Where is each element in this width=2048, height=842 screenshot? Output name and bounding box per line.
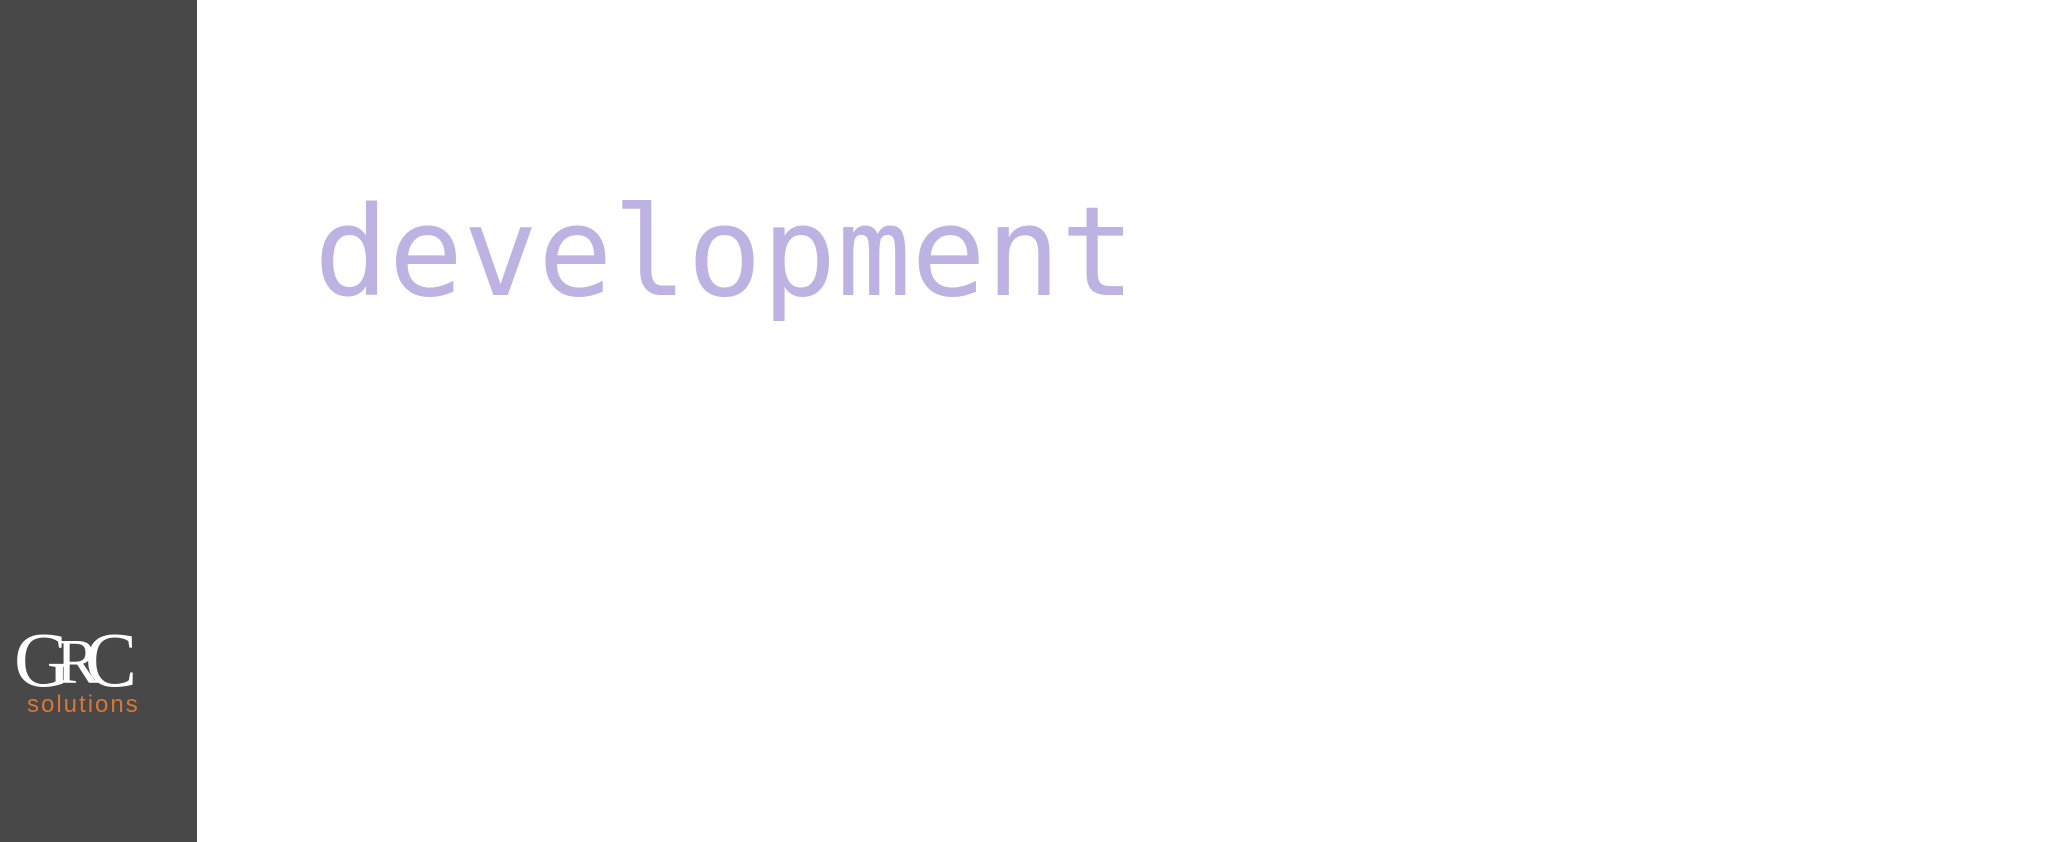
- sidebar: GRC solutions: [0, 0, 197, 842]
- page-title: development: [314, 181, 1136, 325]
- grc-solutions-logo: GRC solutions: [14, 616, 164, 720]
- logo-subtitle: solutions: [27, 691, 140, 718]
- logo-wordmark: GRC: [14, 616, 137, 703]
- slide: GRC solutions development: [0, 0, 2048, 842]
